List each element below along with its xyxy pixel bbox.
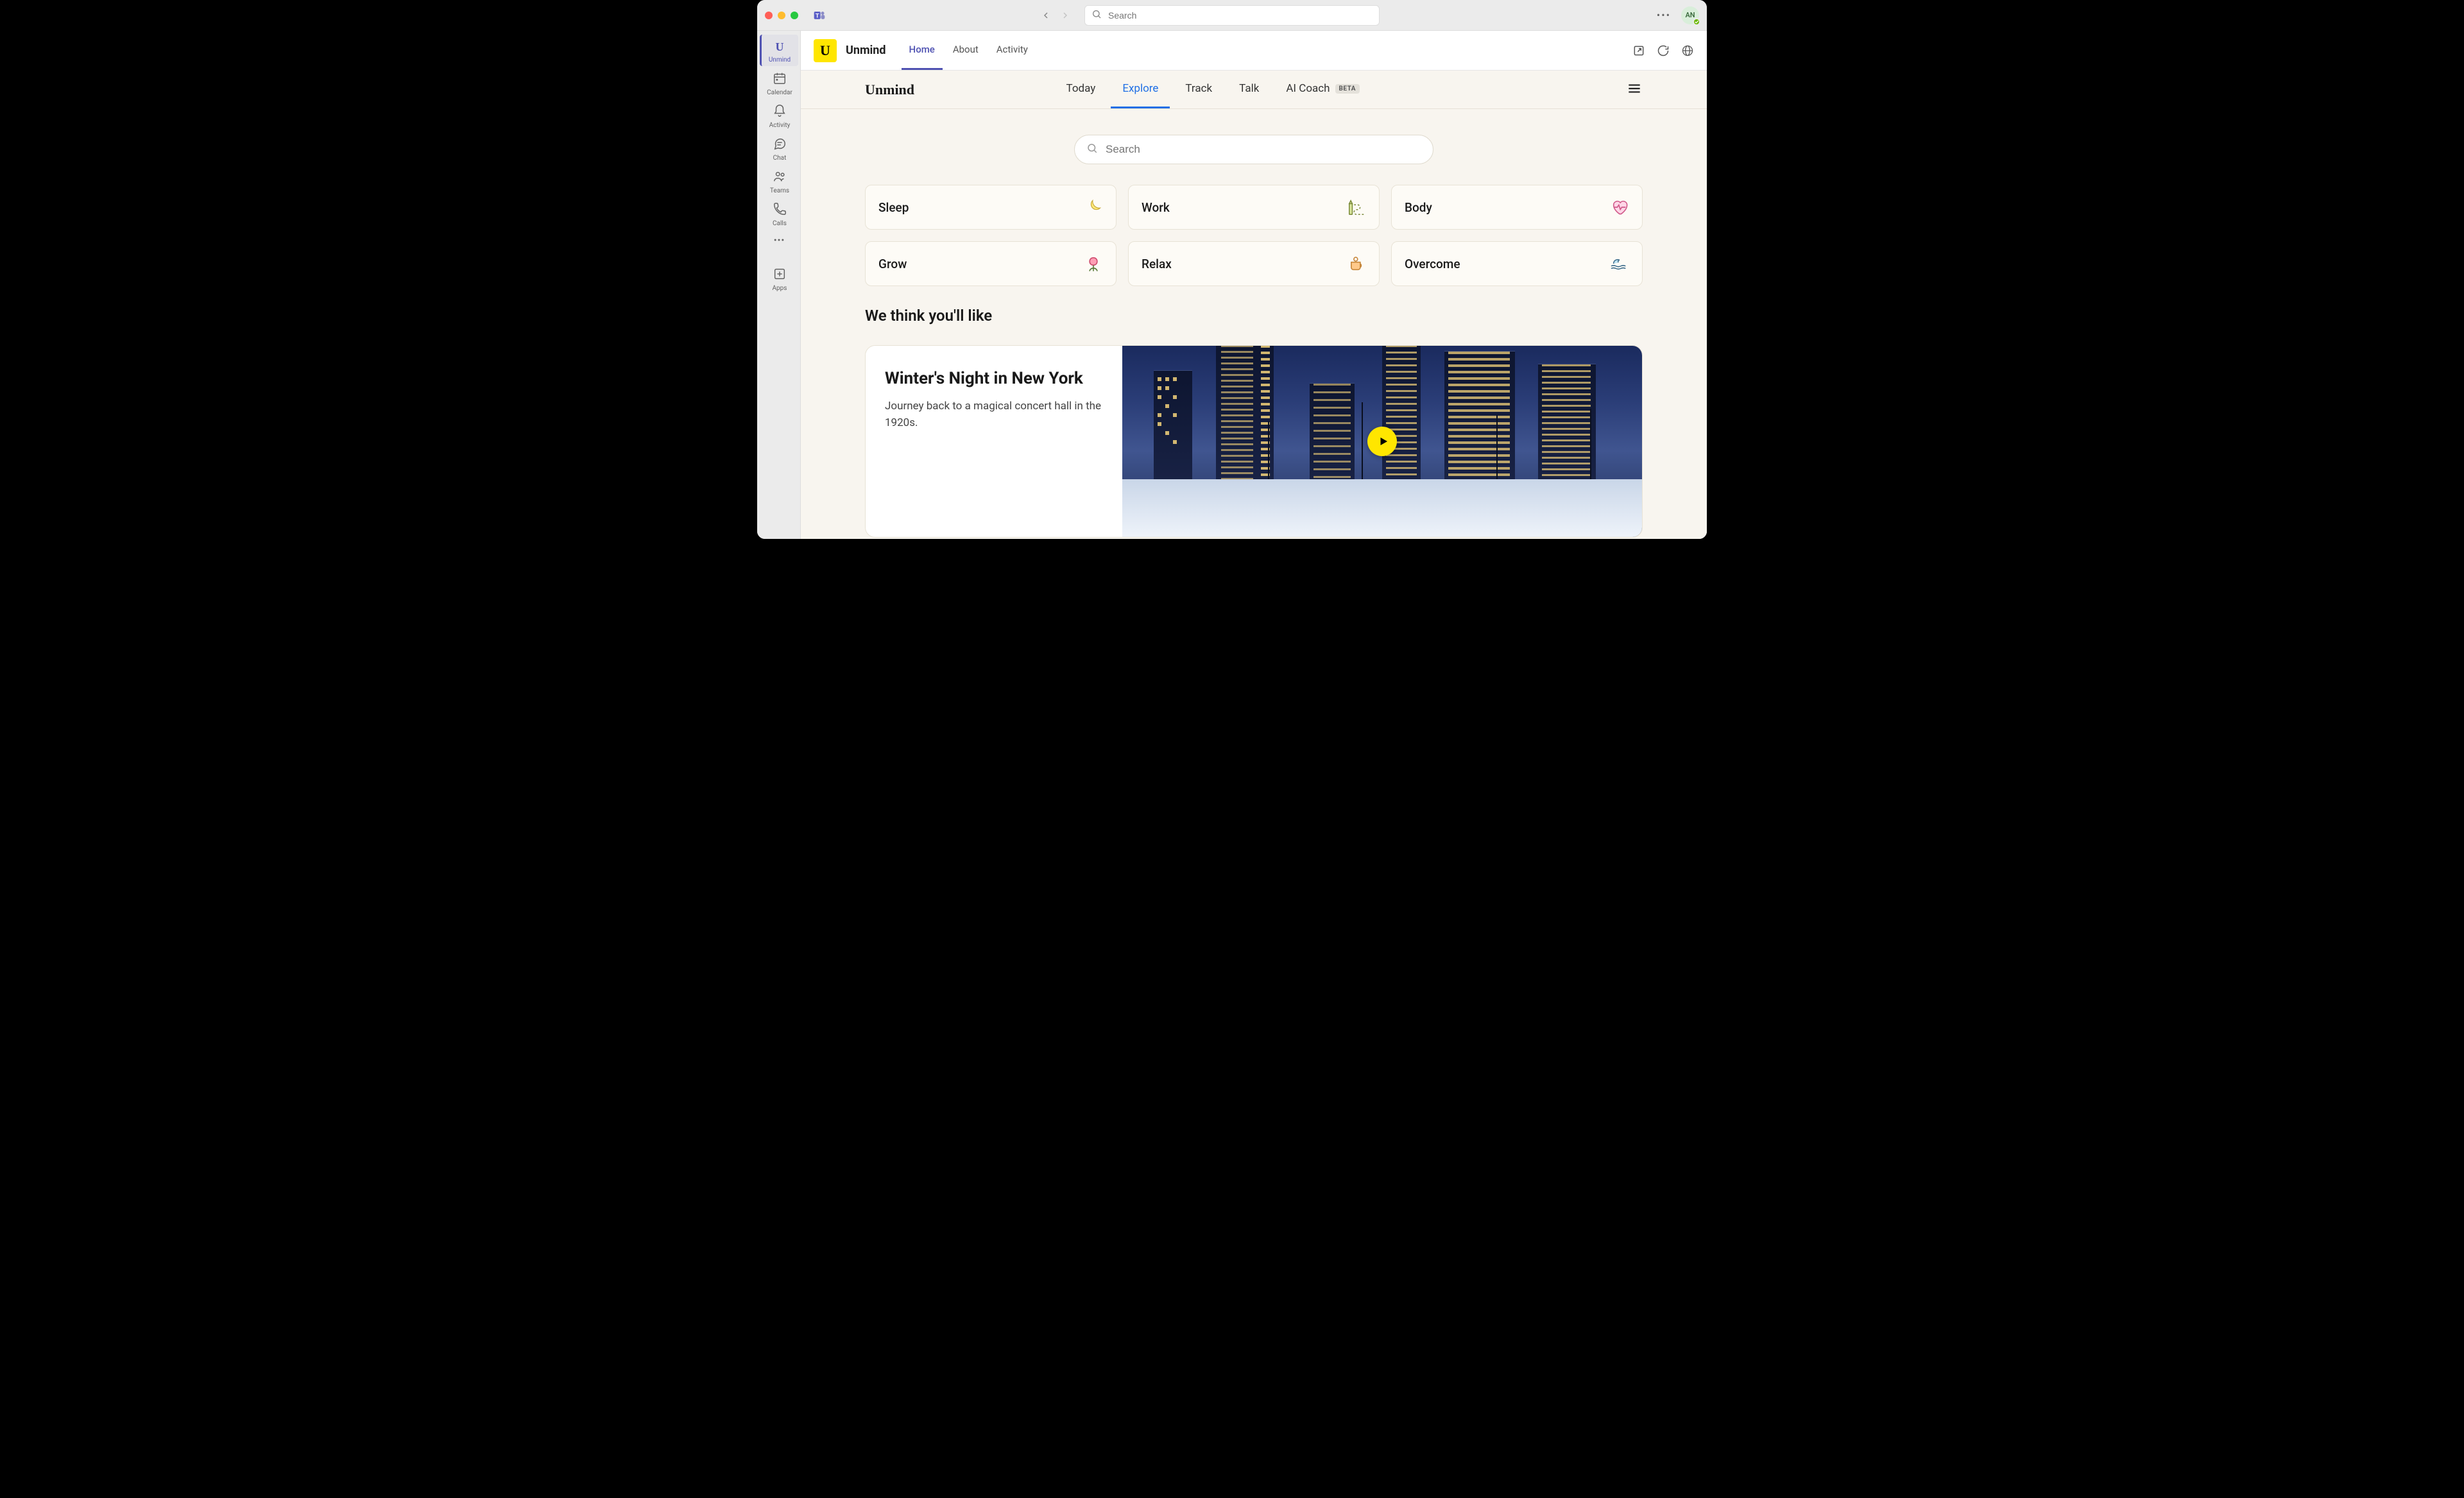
category-label: Body — [1405, 200, 1432, 215]
category-overcome[interactable]: Overcome — [1391, 241, 1643, 286]
unmind-tab-aicoach-label: AI Coach — [1286, 82, 1330, 95]
rail-label: Calendar — [767, 89, 792, 96]
titlebar-right: ••• AN — [1657, 6, 1699, 24]
unmind-tab-talk[interactable]: Talk — [1228, 71, 1270, 108]
back-button[interactable] — [1037, 6, 1055, 24]
unmind-logo-letter: U — [820, 42, 830, 59]
rail-label: Calls — [773, 220, 787, 227]
rail-item-unmind[interactable]: U Unmind — [760, 35, 798, 66]
rail-item-teams[interactable]: Teams — [760, 166, 798, 197]
unmind-icon: U — [771, 38, 788, 55]
search-icon — [1086, 142, 1098, 157]
rail-label: Chat — [773, 155, 787, 162]
people-icon — [773, 169, 787, 186]
avatar-initials: AN — [1685, 11, 1695, 19]
category-sleep[interactable]: Sleep — [865, 185, 1116, 230]
unmind-tab-today[interactable]: Today — [1055, 71, 1108, 108]
category-work[interactable]: Work — [1128, 185, 1380, 230]
search-icon — [1091, 9, 1102, 22]
phone-icon — [773, 202, 787, 219]
app-tab-activity[interactable]: Activity — [989, 31, 1036, 70]
app-name: Unmind — [846, 44, 886, 57]
recommendation-title: Winter's Night in New York — [885, 369, 1103, 388]
unmind-tab-track[interactable]: Track — [1174, 71, 1224, 108]
window-controls — [765, 12, 798, 19]
unmind-tab-explore[interactable]: Explore — [1111, 71, 1170, 108]
app-column: U Unmind Home About Activity — [801, 31, 1707, 539]
explore-search[interactable] — [1074, 135, 1433, 164]
calendar-icon — [773, 71, 787, 88]
presence-available-icon — [1693, 18, 1700, 26]
unmind-content: Sleep Work Body — [801, 109, 1707, 538]
nav-arrows — [1037, 6, 1074, 24]
category-grid: Sleep Work Body — [865, 185, 1643, 286]
app-tabs: Home About Activity — [902, 31, 1036, 70]
popout-icon[interactable] — [1632, 44, 1645, 57]
minimize-window-button[interactable] — [778, 12, 785, 19]
category-grow[interactable]: Grow — [865, 241, 1116, 286]
category-label: Work — [1142, 200, 1170, 215]
unmind-wordmark: Unmind — [865, 81, 914, 98]
flower-icon — [1084, 254, 1103, 273]
global-search-input[interactable] — [1108, 10, 1373, 21]
pencil-path-icon — [1347, 198, 1366, 217]
category-label: Overcome — [1405, 257, 1460, 271]
explore-search-input[interactable] — [1106, 143, 1421, 156]
rail-item-activity[interactable]: Activity — [760, 100, 798, 132]
chat-icon — [773, 137, 787, 153]
app-header: U Unmind Home About Activity — [801, 31, 1707, 71]
svg-text:T: T — [816, 12, 819, 19]
apps-icon — [773, 267, 787, 284]
rail-item-calendar[interactable]: Calendar — [760, 67, 798, 99]
moon-icon — [1084, 198, 1103, 217]
rail-label: Teams — [770, 187, 789, 194]
rail-label: Activity — [769, 122, 791, 129]
close-window-button[interactable] — [765, 12, 773, 19]
recommendation-card[interactable]: Winter's Night in New York Journey back … — [865, 345, 1643, 538]
refresh-icon[interactable] — [1657, 44, 1670, 57]
recommendation-description: Journey back to a magical concert hall i… — [885, 398, 1103, 431]
maximize-window-button[interactable] — [791, 12, 798, 19]
forward-button[interactable] — [1056, 6, 1074, 24]
rail-item-chat[interactable]: Chat — [760, 133, 798, 164]
teams-app-icon: T — [812, 8, 826, 22]
category-label: Relax — [1142, 257, 1172, 271]
recommendation-text: Winter's Night in New York Journey back … — [866, 346, 1122, 537]
play-button[interactable] — [1367, 427, 1397, 456]
left-rail: U Unmind Calendar Activity Chat — [757, 31, 801, 539]
app-tab-home[interactable]: Home — [902, 31, 943, 70]
bell-icon — [773, 104, 787, 121]
rail-label: Unmind — [769, 56, 791, 64]
recommend-section-title: We think you'll like — [865, 307, 1643, 325]
category-body[interactable]: Body — [1391, 185, 1643, 230]
heart-icon — [1610, 198, 1629, 217]
rail-label: Apps — [773, 285, 787, 292]
user-avatar[interactable]: AN — [1681, 6, 1699, 24]
category-label: Grow — [878, 257, 907, 271]
unmind-tabs: Today Explore Track Talk AI Coach BETA — [1055, 71, 1372, 108]
recommendation-image — [1122, 346, 1642, 537]
unmind-page: Unmind Today Explore Track Talk AI Coach… — [801, 71, 1707, 539]
mug-icon — [1347, 254, 1366, 273]
unmind-logo-square: U — [814, 39, 837, 62]
global-search[interactable] — [1084, 5, 1380, 26]
rail-item-calls[interactable]: Calls — [760, 198, 798, 230]
app-tab-about[interactable]: About — [945, 31, 986, 70]
menu-button[interactable] — [1626, 80, 1643, 99]
globe-icon[interactable] — [1681, 44, 1694, 57]
rail-more-button[interactable] — [773, 234, 785, 249]
beta-badge: BETA — [1335, 84, 1360, 94]
unmind-navbar: Unmind Today Explore Track Talk AI Coach… — [801, 71, 1707, 109]
more-options-button[interactable]: ••• — [1657, 9, 1671, 21]
app-window: T ••• AN — [757, 0, 1707, 539]
category-relax[interactable]: Relax — [1128, 241, 1380, 286]
wave-icon — [1610, 254, 1629, 273]
rail-item-apps[interactable]: Apps — [760, 263, 798, 294]
titlebar: T ••• AN — [757, 0, 1707, 31]
app-header-actions — [1632, 44, 1694, 57]
category-label: Sleep — [878, 200, 909, 215]
unmind-tab-aicoach[interactable]: AI Coach BETA — [1274, 71, 1371, 108]
